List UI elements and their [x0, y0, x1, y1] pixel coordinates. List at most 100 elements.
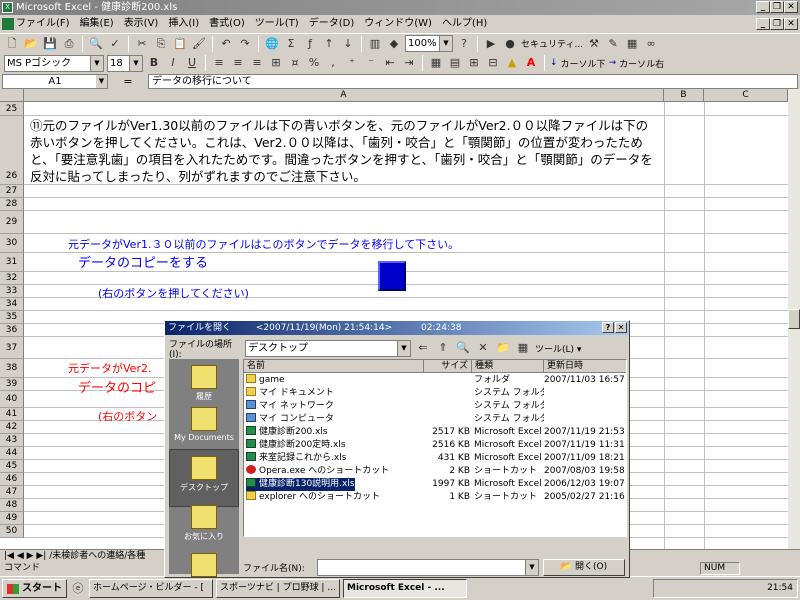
minimize-button[interactable]: _	[756, 1, 770, 13]
border2-icon[interactable]: ▤	[447, 55, 463, 71]
hyperlink-icon[interactable]: 🌐	[264, 36, 280, 52]
ie-quicklaunch-icon[interactable]: ⓔ	[70, 581, 86, 597]
file-row[interactable]: マイ ドキュメント システム フォルダ	[244, 387, 626, 400]
menu-tools[interactable]: ツール(T)	[255, 15, 299, 33]
row-header[interactable]: 45	[0, 460, 24, 473]
row-header[interactable]: 33	[0, 285, 24, 298]
tools-menu[interactable]: ツール(L) ▾	[535, 342, 581, 355]
header-date[interactable]: 更新日時	[544, 360, 626, 373]
menu-help[interactable]: ヘルプ(H)	[442, 15, 487, 33]
select-all-corner[interactable]	[0, 89, 24, 102]
close-button[interactable]: ✕	[784, 1, 798, 13]
macro-icon[interactable]: ✎	[605, 36, 621, 52]
filename-input[interactable]	[317, 558, 539, 576]
bold-button[interactable]: B	[146, 55, 162, 71]
font-color-icon[interactable]: A	[523, 55, 539, 71]
row-header[interactable]: 28	[0, 198, 24, 211]
italic-button[interactable]: I	[165, 55, 181, 71]
align-right-icon[interactable]: ≡	[249, 55, 265, 71]
doc-restore-button[interactable]: ❐	[770, 18, 784, 30]
align-center-icon[interactable]: ≡	[230, 55, 246, 71]
file-row[interactable]: game フォルダ 2007/11/03 16:57	[244, 374, 626, 387]
drawing-icon[interactable]: ◆	[386, 36, 402, 52]
menu-file[interactable]: ファイル(F)	[16, 15, 70, 33]
menu-window[interactable]: ウィンドウ(W)	[364, 15, 432, 33]
column-header-a[interactable]: A	[24, 89, 664, 102]
row-header[interactable]: 31	[0, 253, 24, 272]
vertical-scrollbar[interactable]	[788, 89, 800, 549]
font-size-select[interactable]: 18	[107, 54, 143, 72]
decrease-indent-icon[interactable]: ⇤	[382, 55, 398, 71]
file-row[interactable]: 健康診断130説明用.xls 1997 KB Microsoft Excel ...…	[244, 477, 626, 492]
row-header[interactable]: 44	[0, 447, 24, 460]
row-header[interactable]: 35	[0, 311, 24, 324]
column-header-c[interactable]: C	[704, 89, 788, 102]
row-header[interactable]: 38	[0, 359, 24, 378]
underline-button[interactable]: U	[184, 55, 200, 71]
comma-icon[interactable]: ,	[325, 55, 341, 71]
row-header[interactable]: 47	[0, 486, 24, 499]
cursor-right-arrow-icon[interactable]: →	[609, 58, 617, 68]
print-preview-icon[interactable]: 🔍	[88, 36, 104, 52]
formula-equals[interactable]: =	[108, 75, 148, 88]
column-header-b[interactable]: B	[664, 89, 704, 102]
menu-insert[interactable]: 挿入(I)	[168, 15, 199, 33]
name-box[interactable]: A1	[2, 73, 108, 89]
function-icon[interactable]: ƒ	[302, 36, 318, 52]
merge-center-icon[interactable]: ⊞	[268, 55, 284, 71]
file-list[interactable]: 名前 サイズ 種類 更新日時 game フォルダ 2007/11/03 16:57 マ…	[243, 359, 627, 537]
file-row[interactable]: マイ ネットワーク システム フォルダ	[244, 400, 626, 413]
row-header[interactable]: 25	[0, 102, 24, 116]
security-button[interactable]: セキュリティ...	[521, 37, 583, 50]
row-header[interactable]: 43	[0, 434, 24, 447]
blue-copy-button[interactable]	[378, 261, 406, 291]
document-icon[interactable]	[2, 18, 14, 30]
menu-format[interactable]: 書式(O)	[209, 15, 245, 33]
sort-asc-icon[interactable]: ↑	[321, 36, 337, 52]
delete-icon[interactable]: ✕	[475, 340, 491, 356]
new-icon[interactable]: 🗋	[4, 36, 20, 52]
header-size[interactable]: サイズ	[424, 360, 472, 373]
back-icon[interactable]: ⇐	[415, 340, 431, 356]
cursor-right-button[interactable]: カーソル右	[619, 57, 664, 70]
spell-check-icon[interactable]: ✓	[107, 36, 123, 52]
menu-edit[interactable]: 編集(E)	[80, 15, 114, 33]
doc-close-button[interactable]: ✕	[784, 18, 798, 30]
visual-basic-icon[interactable]: ∞	[643, 36, 659, 52]
chart-wizard-icon[interactable]: ▥	[367, 36, 383, 52]
file-row[interactable]: Opera.exe へのショートカット 2 KB ショートカット 2007/08/03…	[244, 465, 626, 478]
fill-color-icon[interactable]: ▲	[504, 55, 520, 71]
save-icon[interactable]: 💾	[42, 36, 58, 52]
paste-icon[interactable]: 📋	[172, 36, 188, 52]
doc-minimize-button[interactable]: _	[756, 18, 770, 30]
row-header[interactable]: 42	[0, 421, 24, 434]
row-header[interactable]: 32	[0, 272, 24, 285]
restore-button[interactable]: ❐	[770, 1, 784, 13]
row-header[interactable]: 39	[0, 378, 24, 391]
font-name-select[interactable]: MS Pゴシック	[4, 54, 104, 72]
increase-indent-icon[interactable]: ⇥	[401, 55, 417, 71]
currency-icon[interactable]: ¤	[287, 55, 303, 71]
search-web-icon[interactable]: 🔍	[455, 340, 471, 356]
record-icon[interactable]: ●	[502, 36, 518, 52]
up-folder-icon[interactable]: ⇑	[435, 340, 451, 356]
increase-decimal-icon[interactable]: ⁺	[344, 55, 360, 71]
file-row[interactable]: マイ コンピュータ システム フォルダ	[244, 413, 626, 426]
cursor-down-button[interactable]: カーソル下	[561, 57, 606, 70]
row-header[interactable]: 41	[0, 408, 24, 421]
cut-icon[interactable]: ✂	[134, 36, 150, 52]
align-left-icon[interactable]: ≡	[211, 55, 227, 71]
play-icon[interactable]: ▶	[483, 36, 499, 52]
row-header[interactable]: 36	[0, 324, 24, 337]
row-header[interactable]: 37	[0, 337, 24, 359]
header-type[interactable]: 種類	[472, 360, 544, 373]
header-name[interactable]: 名前	[244, 360, 424, 373]
file-row[interactable]: 健康診断200.xls 2517 KB Microsoft Excel ...200…	[244, 426, 626, 439]
border3-icon[interactable]: ⊞	[466, 55, 482, 71]
open-button[interactable]: 📂 開く(O)	[543, 558, 625, 576]
decrease-decimal-icon[interactable]: ⁻	[363, 55, 379, 71]
chart-icon[interactable]: ▦	[624, 36, 640, 52]
row-header[interactable]: 29	[0, 211, 24, 234]
border-icon[interactable]: ▦	[428, 55, 444, 71]
file-row[interactable]: 来室記録これから.xls 431 KB Microsoft Excel ...200…	[244, 452, 626, 465]
